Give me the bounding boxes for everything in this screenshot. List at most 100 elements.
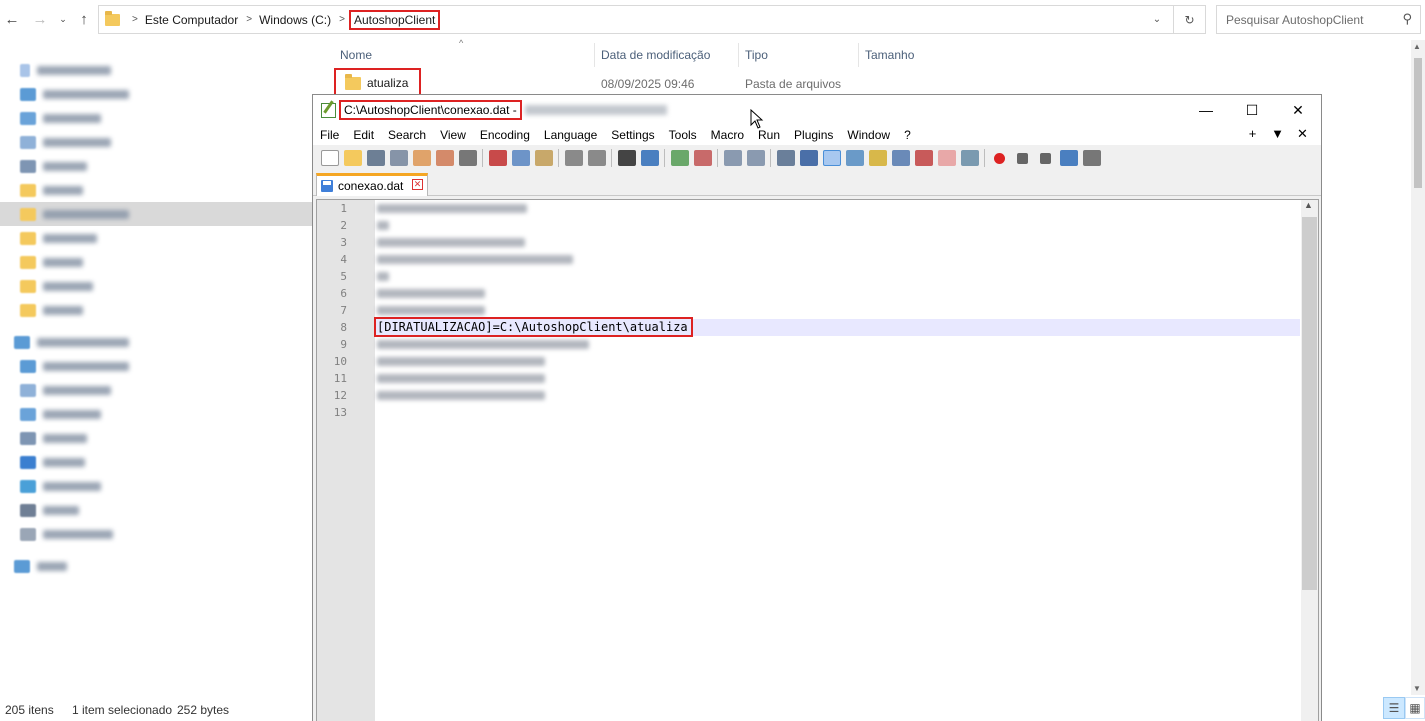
zoom-in-icon[interactable]	[670, 150, 689, 166]
editor-scrollbar[interactable]: ▲	[1301, 200, 1318, 721]
nav-item[interactable]	[0, 178, 312, 202]
menu-search[interactable]: Search	[381, 128, 433, 142]
menu-language[interactable]: Language	[537, 128, 604, 142]
back-arrow-icon[interactable]: ←	[2, 9, 22, 29]
record-macro-icon[interactable]	[994, 152, 1005, 164]
nav-item[interactable]	[0, 250, 312, 274]
minimize-button[interactable]: —	[1183, 95, 1229, 125]
show-all-characters-icon[interactable]	[799, 150, 818, 166]
scroll-up-icon[interactable]: ▲	[1413, 42, 1421, 51]
text-editor[interactable]: 1 2 3 4 5 6 7 8 9 10 11 12 13 [DIRATUALI…	[316, 199, 1319, 721]
save-all-icon[interactable]	[389, 150, 408, 166]
close-all-icon[interactable]	[435, 150, 454, 166]
menu-window[interactable]: Window	[840, 128, 897, 142]
explorer-scrollbar[interactable]: ▲ ▼	[1411, 40, 1425, 695]
save-macro-icon[interactable]	[1082, 150, 1101, 166]
save-icon[interactable]	[366, 150, 385, 166]
paste-icon[interactable]	[534, 150, 553, 166]
print-icon[interactable]	[458, 150, 477, 166]
nav-item[interactable]	[0, 554, 312, 578]
close-tab-icon[interactable]: ✕	[412, 179, 423, 190]
search-input[interactable]: Pesquisar AutoshopClient ⚲	[1216, 5, 1421, 34]
navigation-pane[interactable]	[0, 55, 312, 615]
nav-item[interactable]	[0, 522, 312, 546]
details-view-icon[interactable]: ☰	[1383, 697, 1405, 719]
nav-item[interactable]	[0, 402, 312, 426]
scroll-thumb[interactable]	[1302, 217, 1317, 590]
document-list-icon[interactable]	[891, 150, 910, 166]
column-header-size[interactable]: Tamanho	[865, 46, 914, 66]
sync-horizontal-icon[interactable]	[746, 150, 765, 166]
find-icon[interactable]	[617, 150, 636, 166]
close-button[interactable]: ✕	[1275, 95, 1321, 125]
user-language-icon[interactable]	[845, 150, 864, 166]
menu-tools[interactable]: Tools	[662, 128, 704, 142]
nav-item[interactable]	[0, 354, 312, 378]
word-wrap-icon[interactable]	[776, 150, 795, 166]
large-icons-view-icon[interactable]: ▦	[1405, 697, 1425, 719]
folder-workspace-icon[interactable]	[937, 150, 956, 166]
run-macro-multiple-icon[interactable]	[1059, 150, 1078, 166]
nav-item[interactable]	[0, 274, 312, 298]
menu-encoding[interactable]: Encoding	[473, 128, 537, 142]
menu-edit[interactable]: Edit	[346, 128, 381, 142]
column-header-modified[interactable]: Data de modificação	[601, 46, 710, 66]
monitoring-icon[interactable]	[960, 150, 979, 166]
zoom-out-icon[interactable]	[693, 150, 712, 166]
copy-icon[interactable]	[511, 150, 530, 166]
nav-item-selected[interactable]	[0, 202, 312, 226]
up-arrow-icon[interactable]: ↑	[74, 9, 94, 29]
nav-item[interactable]	[0, 130, 312, 154]
column-header-name[interactable]: Nome	[340, 46, 372, 66]
menu-run[interactable]: Run	[751, 128, 787, 142]
close-document-icon[interactable]: ✕	[1290, 126, 1315, 142]
address-bar[interactable]: > Este Computador > Windows (C:) > Autos…	[98, 5, 1206, 34]
sync-vertical-icon[interactable]	[723, 150, 742, 166]
nav-item[interactable]	[0, 298, 312, 322]
nav-item[interactable]	[0, 58, 312, 82]
menu-settings[interactable]: Settings	[604, 128, 661, 142]
nav-item[interactable]	[0, 378, 312, 402]
scroll-thumb[interactable]	[1414, 58, 1422, 188]
new-tab-icon[interactable]: +	[1240, 126, 1265, 142]
close-file-icon[interactable]	[412, 150, 431, 166]
stop-macro-icon[interactable]	[1017, 152, 1028, 164]
nav-item[interactable]	[0, 474, 312, 498]
function-list-icon[interactable]	[914, 150, 933, 166]
nav-item[interactable]	[0, 330, 312, 354]
scroll-down-icon[interactable]: ▼	[1413, 684, 1421, 693]
nav-item[interactable]	[0, 226, 312, 250]
cut-icon[interactable]	[488, 150, 507, 166]
nav-item[interactable]	[0, 498, 312, 522]
nav-item[interactable]	[0, 450, 312, 474]
document-map-icon[interactable]	[868, 150, 887, 166]
nav-item[interactable]	[0, 82, 312, 106]
replace-icon[interactable]	[640, 150, 659, 166]
file-name-cell[interactable]: atualiza	[333, 68, 422, 98]
maximize-button[interactable]: ☐	[1229, 95, 1275, 125]
recent-locations-chevron-icon[interactable]: ⌄	[53, 9, 73, 29]
title-bar[interactable]: C:\AutoshopClient\conexao.dat - — ☐ ✕	[313, 95, 1321, 125]
menu-help[interactable]: ?	[897, 128, 918, 142]
open-file-icon[interactable]	[343, 150, 362, 166]
breadcrumb-item[interactable]: Este Computador	[145, 13, 238, 27]
redo-icon[interactable]	[587, 150, 606, 166]
menu-view[interactable]: View	[433, 128, 473, 142]
tab-conexao-dat[interactable]: conexao.dat ✕	[316, 173, 428, 196]
address-dropdown-icon[interactable]: ⌄	[1141, 6, 1173, 33]
play-macro-icon[interactable]	[1040, 152, 1051, 164]
breadcrumb-item[interactable]: Windows (C:)	[259, 13, 331, 27]
menu-macro[interactable]: Macro	[704, 128, 751, 142]
refresh-icon[interactable]: ↻	[1173, 6, 1205, 33]
nav-item[interactable]	[0, 426, 312, 450]
column-header-type[interactable]: Tipo	[745, 46, 768, 66]
new-file-icon[interactable]	[320, 150, 339, 166]
menu-file[interactable]: File	[313, 128, 346, 142]
forward-arrow-icon[interactable]: →	[30, 9, 50, 29]
tab-list-dropdown-icon[interactable]: ▼	[1265, 126, 1290, 142]
undo-icon[interactable]	[564, 150, 583, 166]
breadcrumb-item-current[interactable]: AutoshopClient	[348, 9, 441, 30]
nav-item[interactable]	[0, 106, 312, 130]
nav-item[interactable]	[0, 154, 312, 178]
file-row[interactable]: atualiza	[333, 68, 422, 98]
